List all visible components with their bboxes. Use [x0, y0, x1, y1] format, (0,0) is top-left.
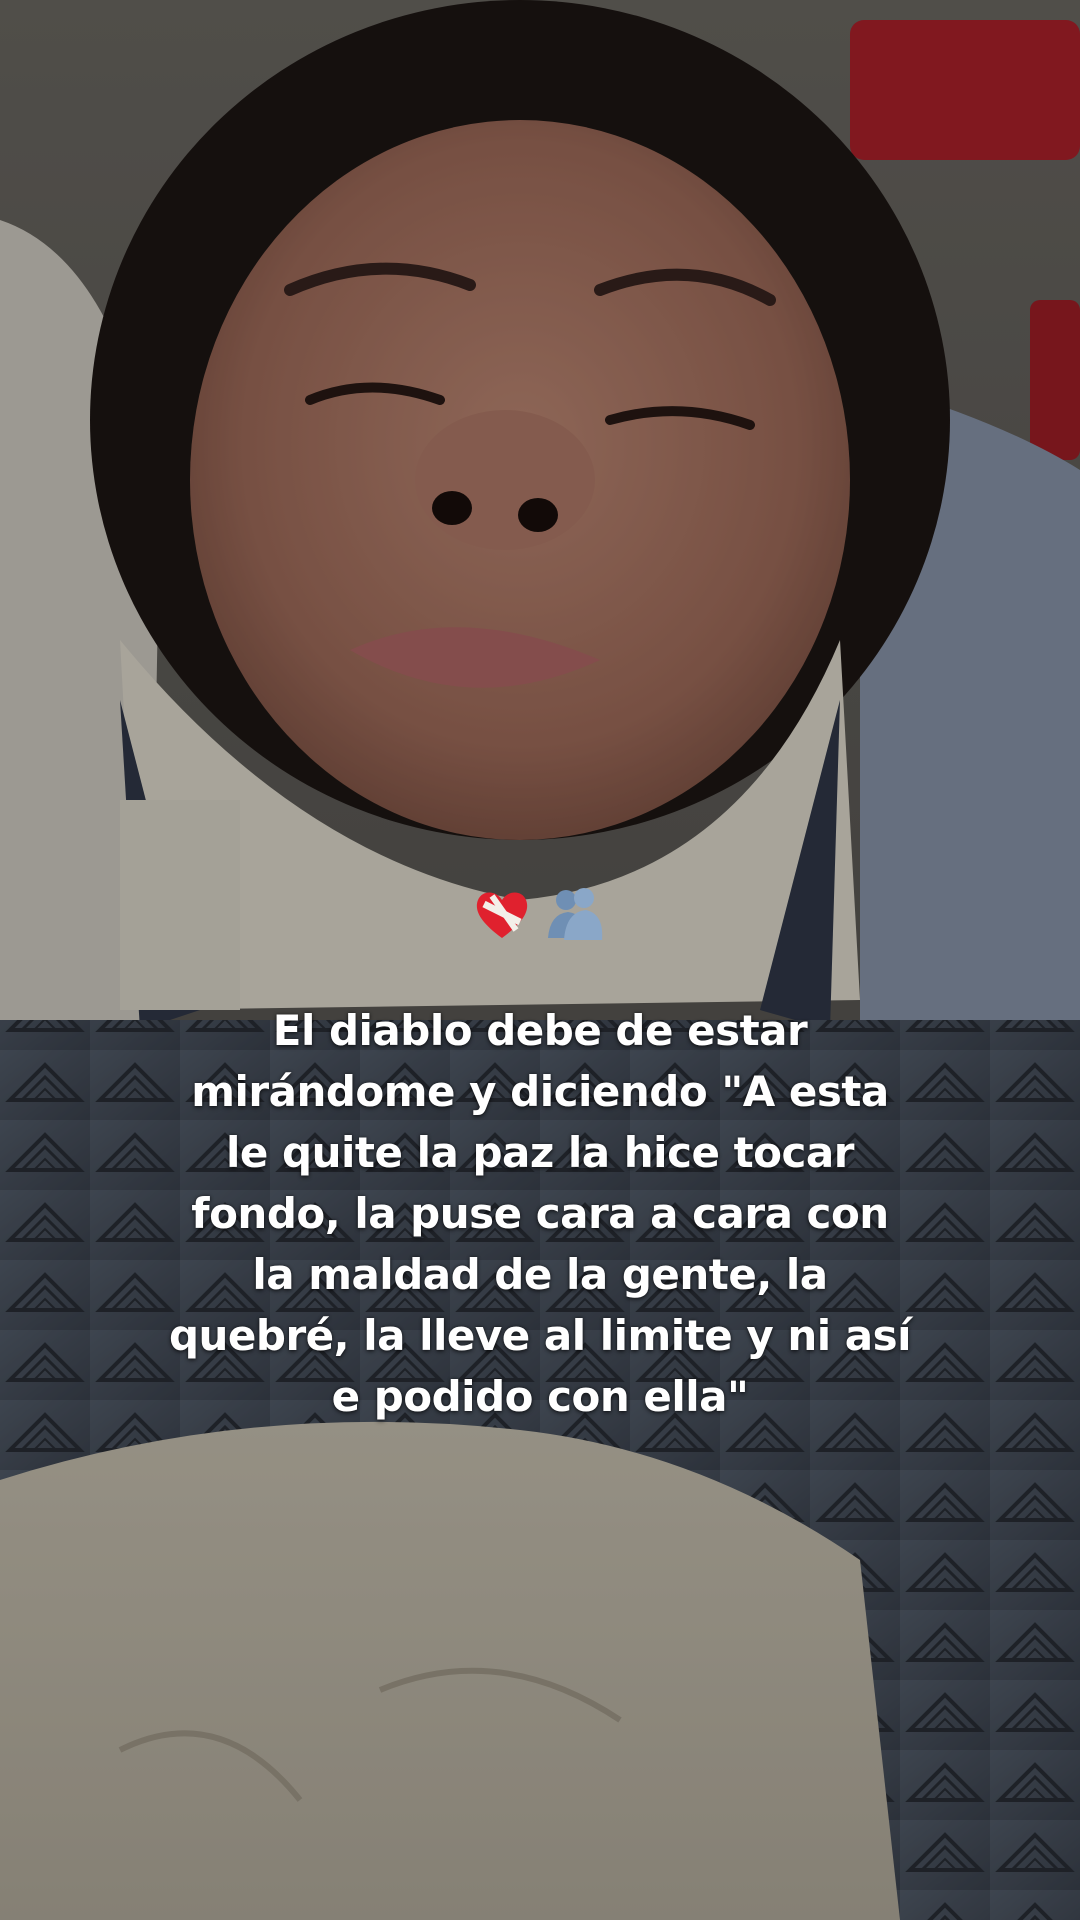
- background-photo: [0, 0, 1080, 1920]
- caption-text: El diablo debe de estar mirándome y dici…: [168, 1006, 912, 1421]
- photo-frame: El diablo debe de estar mirándome y dici…: [0, 0, 1080, 1920]
- emoji-row: [470, 882, 610, 952]
- people-hugging-emoji: [548, 888, 603, 940]
- mending-heart-emoji: [476, 892, 528, 938]
